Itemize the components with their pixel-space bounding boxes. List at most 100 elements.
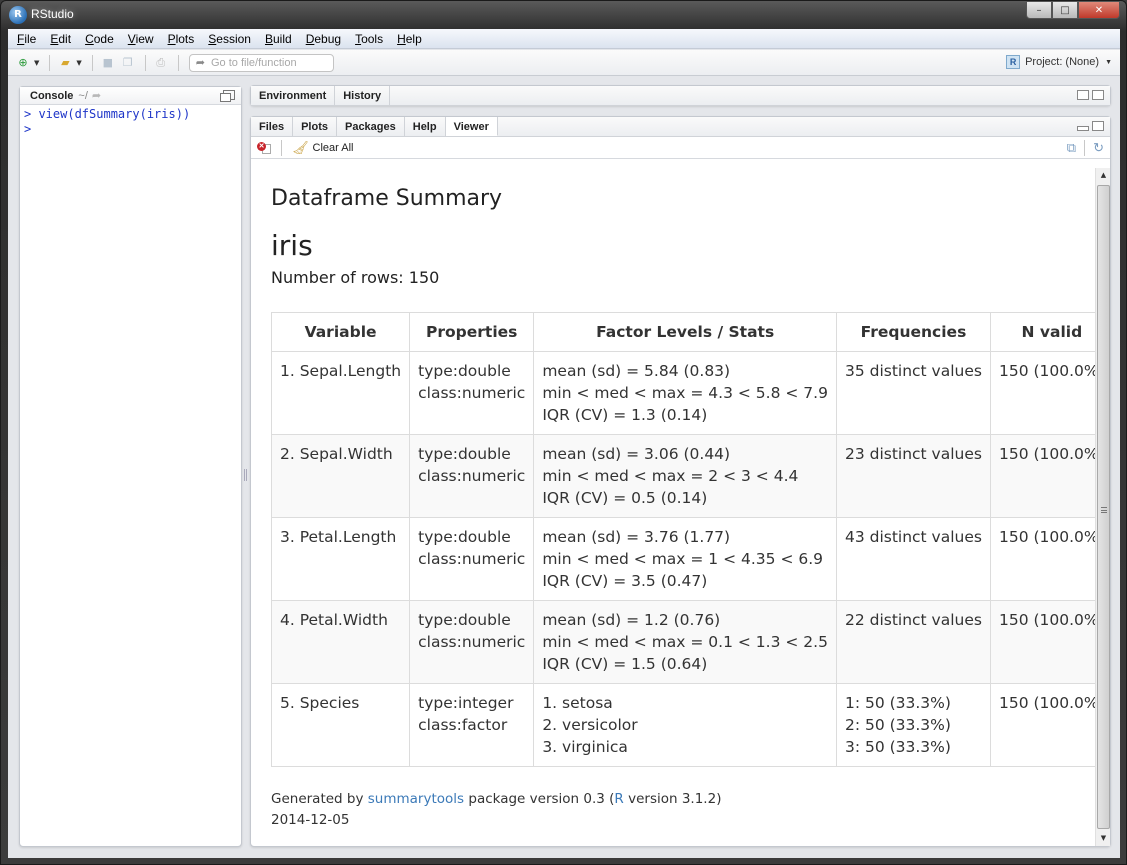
variable-cell: 1. Sepal.Length	[270, 351, 411, 435]
variable-cell: 4. Petal.Width	[270, 600, 411, 684]
scroll-down-icon[interactable]: ▼	[1096, 831, 1111, 846]
frequencies-cell-line: 23 distinct values	[844, 445, 982, 463]
new-file-icon[interactable]: ⊕	[14, 55, 32, 71]
pane-splitter-handle[interactable]	[244, 469, 248, 481]
console-title[interactable]: Console	[30, 90, 73, 102]
restore-pane-icon[interactable]	[1092, 121, 1104, 131]
viewer-toolbar: ✕ 🧹︎ Clear All ⧉ ↻	[251, 137, 1110, 159]
menu-help[interactable]: Help	[390, 32, 429, 46]
broom-icon[interactable]: 🧹︎	[292, 140, 309, 156]
menu-accelerator: C	[85, 31, 94, 46]
save-all-icon[interactable]: ❐	[119, 55, 137, 71]
scroll-up-icon[interactable]: ▲	[1096, 168, 1111, 183]
restore-pane-icon[interactable]	[1077, 90, 1089, 100]
console-line: > view(dfSummary(iris))	[24, 107, 191, 121]
frequencies-cell-line: 43 distinct values	[844, 528, 982, 546]
save-icon[interactable]: ■	[99, 55, 117, 71]
properties-cell-line: class:numeric	[418, 633, 526, 651]
summarytools-link[interactable]: summarytools	[368, 791, 464, 807]
menu-label-rest: dit	[58, 31, 72, 46]
properties-cell: type:integer class:factor	[409, 683, 535, 767]
menu-file[interactable]: File	[10, 32, 43, 46]
properties-cell-line: type:double	[418, 528, 511, 546]
restore-pane-icon[interactable]	[220, 90, 235, 102]
remove-viewer-icon[interactable]: ✕	[257, 141, 271, 154]
open-folder-icon[interactable]: ▰	[56, 55, 74, 71]
minimize-button[interactable]: –	[1026, 1, 1052, 19]
stats-cell-line: IQR (CV) = 1.5 (0.64)	[542, 655, 708, 673]
maximize-pane-icon[interactable]	[1092, 90, 1104, 100]
project-dropdown-icon: ▼	[1105, 58, 1112, 66]
scrollbar-thumb[interactable]	[1097, 185, 1110, 829]
r-link[interactable]: R	[614, 791, 623, 807]
refresh-icon[interactable]: ↻	[1093, 140, 1104, 156]
menu-session[interactable]: Session	[201, 32, 258, 46]
menu-tools[interactable]: Tools	[348, 32, 390, 46]
menu-label-rest: ebug	[314, 31, 342, 46]
table-header-row: Variable Properties Factor Levels / Stat…	[270, 312, 1095, 352]
close-button[interactable]: ✕	[1078, 1, 1120, 19]
properties-cell: type:double class:numeric	[409, 517, 535, 601]
dataset-name: iris	[271, 229, 313, 262]
menu-view[interactable]: View	[121, 32, 161, 46]
project-menu[interactable]: R Project: (None) ▼	[1006, 55, 1112, 69]
show-in-new-window-icon[interactable]: ⧉	[1067, 140, 1076, 156]
column-header-variable: Variable	[270, 312, 411, 352]
menu-label-rest: ile	[24, 31, 37, 46]
n-valid-cell: 150 (100.0%)	[989, 434, 1095, 518]
menu-code[interactable]: Code	[78, 32, 121, 46]
tab-files[interactable]: Files	[251, 117, 294, 136]
viewer-tabs: Files Plots Packages Help Viewer	[251, 117, 1110, 137]
stats-cell: mean (sd) = 1.2 (0.76) min < med < max = …	[533, 600, 837, 684]
console-output[interactable]: > view(dfSummary(iris)) >	[20, 105, 241, 139]
print-icon[interactable]: ⎙	[152, 55, 170, 71]
frequencies-cell-line: 2: 50 (33.3%)	[844, 716, 951, 734]
tab-plots[interactable]: Plots	[293, 117, 337, 136]
menu-plots[interactable]: Plots	[161, 32, 202, 46]
toolbar-separator	[177, 54, 179, 71]
stats-cell: mean (sd) = 5.84 (0.83) min < med < max =…	[533, 351, 837, 435]
n-valid-cell: 150 (100.0%)	[989, 517, 1095, 601]
window-title: RStudio	[31, 7, 74, 21]
viewer-scrollbar[interactable]: ▲ ▼	[1095, 168, 1110, 846]
stats-cell-line: IQR (CV) = 0.5 (0.14)	[542, 489, 708, 507]
tab-help[interactable]: Help	[405, 117, 446, 136]
viewer-toolbar-right: ⧉ ↻	[1067, 140, 1104, 156]
menu-label-rest: iew	[135, 31, 154, 46]
footer-middle: package version 0.3 (	[464, 791, 615, 807]
tab-environment[interactable]: Environment	[251, 86, 336, 105]
clear-all-button[interactable]: Clear All	[313, 142, 354, 154]
menu-build[interactable]: Build	[258, 32, 299, 46]
menu-label-rest: ools	[361, 31, 384, 46]
console-prompt: >	[24, 122, 32, 136]
stats-cell-line: min < med < max = 4.3 < 5.8 < 7.9	[542, 384, 828, 402]
properties-cell-line: class:numeric	[418, 384, 526, 402]
rstudio-app-icon: R	[9, 6, 27, 24]
stats-cell: mean (sd) = 3.06 (0.44) min < med < max =…	[533, 434, 837, 518]
properties-cell-line: type:integer	[418, 694, 514, 712]
go-to-directory-icon[interactable]: ➦	[92, 89, 101, 102]
viewer-pane-controls	[1077, 121, 1104, 131]
tab-packages[interactable]: Packages	[337, 117, 405, 136]
toolbar-separator	[91, 54, 93, 71]
maximize-button[interactable]: □	[1052, 1, 1078, 19]
tab-viewer[interactable]: Viewer	[445, 117, 498, 136]
menu-debug[interactable]: Debug	[299, 32, 348, 46]
report-date: 2014-12-05	[271, 812, 350, 828]
menu-edit[interactable]: Edit	[43, 32, 78, 46]
go-to-file-input[interactable]: ➦ Go to file/function	[188, 53, 334, 72]
tab-history[interactable]: History	[335, 86, 391, 105]
open-dropdown-icon[interactable]: ▼	[76, 59, 81, 67]
frequencies-cell-line: 1: 50 (33.3%)	[844, 694, 951, 712]
menu-label-rest: elp	[405, 31, 422, 46]
table-row: 5. Species type:integer class:factor 1. set…	[270, 683, 1095, 767]
variable-cell: 3. Petal.Length	[270, 517, 411, 601]
minimize-pane-icon[interactable]	[1077, 126, 1089, 131]
new-file-dropdown-icon[interactable]: ▼	[34, 59, 39, 67]
client-area: File Edit Code View Plots Session Build Debug To…	[8, 29, 1120, 858]
frequencies-cell: 23 distinct values	[835, 434, 991, 518]
properties-cell-line: type:double	[418, 362, 511, 380]
menu-bar: File Edit Code View Plots Session Build Debug To…	[8, 29, 1120, 49]
properties-cell: type:double class:numeric	[409, 434, 535, 518]
stats-cell-line: 2. versicolor	[542, 716, 638, 734]
